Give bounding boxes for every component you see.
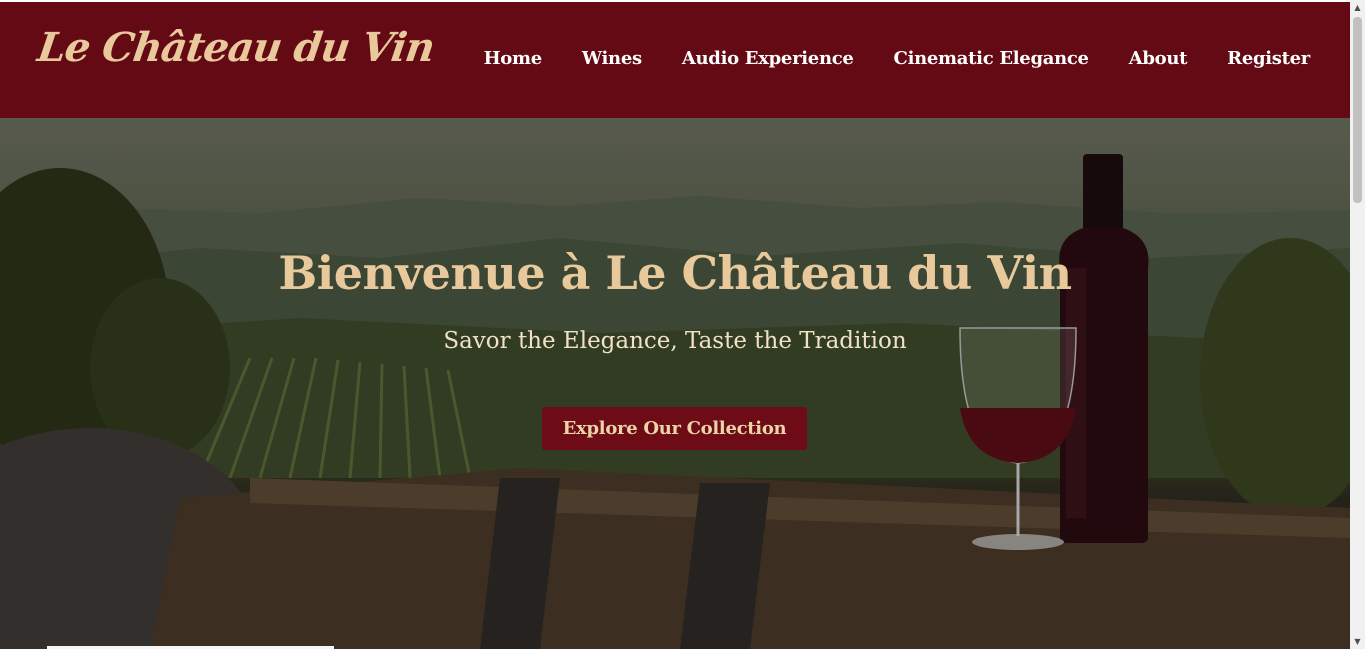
nav-link-cinematic-elegance[interactable]: Cinematic Elegance [894,48,1089,69]
page: Le Château du Vin Home Wines Audio Exper… [0,2,1350,649]
nav-link-register[interactable]: Register [1227,48,1310,69]
nav-link-wines[interactable]: Wines [582,48,642,69]
scroll-down-arrow-icon[interactable]: ▼ [1350,634,1365,649]
nav-link-about[interactable]: About [1129,48,1188,69]
nav-link-home[interactable]: Home [484,48,543,69]
hero-subtitle: Savor the Elegance, Taste the Tradition [443,328,907,354]
nav-menu: Home Wines Audio Experience Cinematic El… [444,48,1311,69]
vertical-scrollbar[interactable]: ▲ ▼ [1350,0,1365,649]
hero-section: Bienvenue à Le Château du Vin Savor the … [0,118,1350,649]
site-logo[interactable]: Le Château du Vin [35,24,437,71]
scroll-up-arrow-icon[interactable]: ▲ [1350,0,1365,15]
hero-overlay [0,118,1350,649]
navbar: Le Château du Vin Home Wines Audio Exper… [0,2,1350,118]
hero-title: Bienvenue à Le Château du Vin [278,246,1072,300]
explore-collection-button[interactable]: Explore Our Collection [542,407,807,450]
nav-link-audio-experience[interactable]: Audio Experience [682,48,854,69]
scroll-thumb[interactable] [1353,17,1362,203]
